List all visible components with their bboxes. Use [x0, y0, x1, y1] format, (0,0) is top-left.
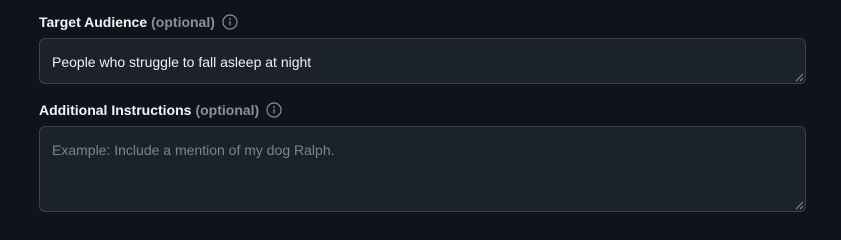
info-icon[interactable]	[222, 14, 238, 30]
target-audience-field: Target Audience (optional) People who st…	[39, 12, 806, 84]
target-audience-label-row: Target Audience (optional)	[39, 12, 806, 32]
target-audience-label: Target Audience	[39, 14, 148, 30]
resize-handle-icon[interactable]	[795, 73, 804, 82]
resize-handle-icon[interactable]	[795, 201, 804, 210]
optional-tag: (optional)	[151, 14, 215, 30]
additional-instructions-label: Additional Instructions	[39, 102, 192, 118]
additional-instructions-field: Additional Instructions (optional) Examp…	[39, 100, 806, 212]
info-icon[interactable]	[266, 102, 282, 118]
additional-instructions-label-row: Additional Instructions (optional)	[39, 100, 806, 120]
target-audience-textarea[interactable]: People who struggle to fall asleep at ni…	[39, 38, 806, 84]
optional-tag: (optional)	[195, 102, 260, 118]
form-section: Target Audience (optional) People who st…	[0, 0, 841, 225]
additional-instructions-textarea[interactable]: Example: Include a mention of my dog Ral…	[39, 126, 806, 212]
target-audience-value: People who struggle to fall asleep at ni…	[52, 54, 312, 70]
additional-instructions-placeholder: Example: Include a mention of my dog Ral…	[52, 142, 335, 158]
